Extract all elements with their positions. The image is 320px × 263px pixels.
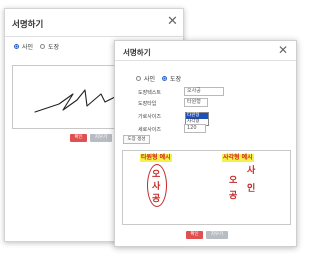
width-label: 가로사이즈	[138, 114, 162, 120]
radio-stamp-label: 도장	[48, 44, 60, 51]
oval-seal: 오 사 공	[147, 164, 167, 207]
divider	[5, 36, 183, 37]
divider	[115, 60, 296, 61]
stamp-text-label: 도장텍스트	[138, 90, 162, 96]
radio-stamp-label: 도장	[170, 76, 182, 83]
stamp-type-select[interactable]: 타원형	[184, 98, 208, 107]
height-label: 세로사이즈	[138, 127, 162, 133]
close-icon[interactable]: ✕	[278, 44, 288, 56]
radio-group: 사인 도장	[14, 42, 59, 51]
seal-char: 공	[229, 191, 238, 201]
stamp-type-label: 도장타입	[138, 101, 157, 107]
seal-char: 사	[247, 166, 256, 176]
height-input[interactable]: 120	[184, 124, 206, 133]
rect-seal: 오 사 공 인	[226, 163, 260, 201]
radio-stamp[interactable]	[40, 44, 46, 49]
seal-char: 인	[247, 184, 256, 194]
confirm-button[interactable]: 확인	[186, 231, 203, 239]
radio-group: 사인 도장	[136, 74, 181, 83]
dialog-title: 서명하기	[123, 48, 151, 57]
dialog-title: 서명하기	[12, 20, 44, 30]
stamp-text-input[interactable]: 오사공	[184, 87, 224, 96]
confirm-button[interactable]: 확인	[70, 134, 87, 142]
generate-stamp-button[interactable]: 도장 생성	[123, 135, 150, 144]
rect-example-label: 사각형 예시	[222, 154, 254, 162]
oval-example-label: 타원형 예시	[140, 154, 172, 162]
radio-sign[interactable]	[14, 44, 19, 49]
seal-char: 오	[229, 176, 238, 186]
radio-sign[interactable]	[136, 76, 141, 81]
radio-sign-label: 사인	[22, 44, 34, 51]
radio-stamp[interactable]	[162, 76, 168, 81]
seal-char: 공	[152, 194, 161, 204]
clear-button[interactable]: 지우기	[206, 231, 228, 239]
stamp-example-panel: 타원형 예시 사각형 예시 오 사 공 오 사 공 인	[122, 150, 291, 225]
sign-dialog-front: 서명하기 ✕ 사인 도장 도장텍스트 오사공 도장타입 타원형 가로사이즈 타원…	[114, 40, 297, 247]
clear-button[interactable]: 지우기	[90, 134, 112, 142]
close-icon[interactable]: ✕	[167, 15, 178, 28]
radio-sign-label: 사인	[144, 76, 156, 83]
